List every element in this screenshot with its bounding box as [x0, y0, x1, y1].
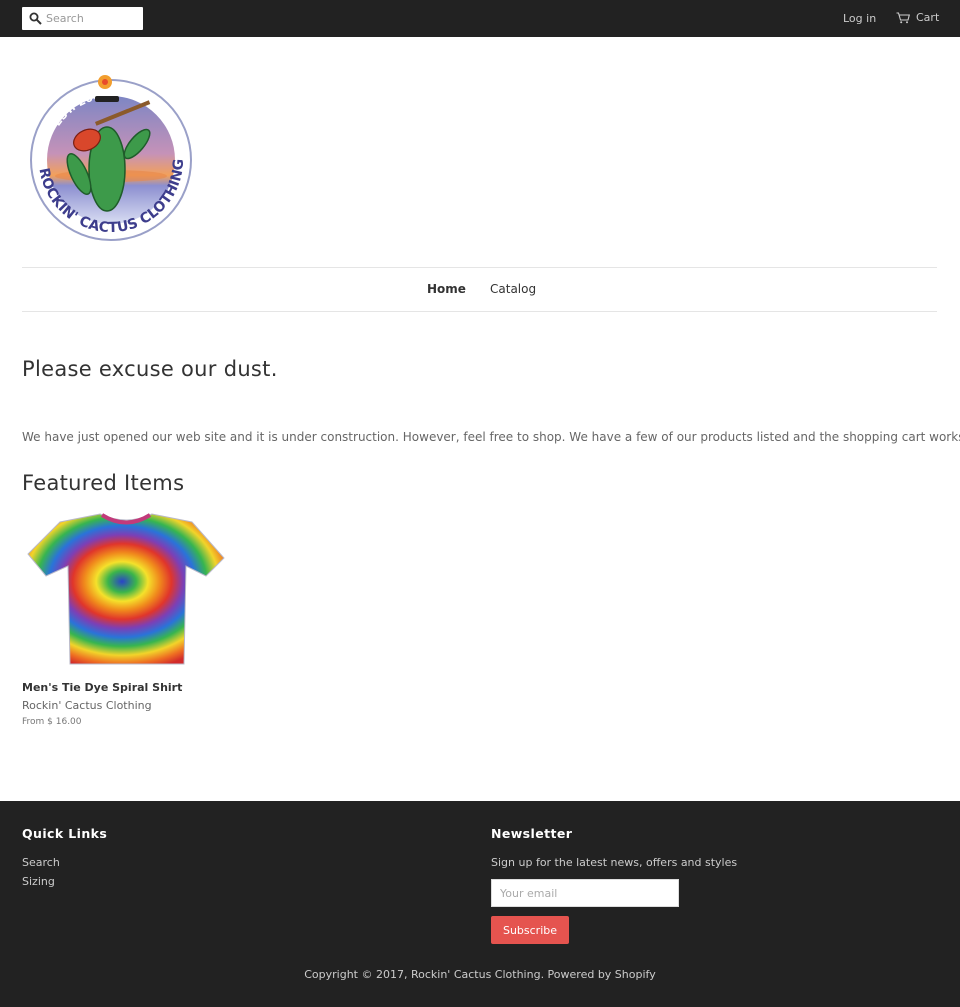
search-icon[interactable] — [29, 12, 42, 25]
cart-label: Cart — [916, 11, 940, 24]
nav-item-catalog[interactable]: Catalog — [490, 282, 536, 296]
subscribe-button[interactable]: Subscribe — [491, 916, 569, 944]
newsletter-email-input[interactable] — [491, 879, 679, 907]
cart-link[interactable]: Cart — [896, 11, 939, 24]
product-title[interactable]: Men's Tie Dye Spiral Shirt — [22, 681, 182, 694]
product-price: From $ 16.00 — [22, 717, 82, 727]
quick-links-title: Quick Links — [22, 826, 108, 841]
footer: Quick Links Search Sizing Newsletter Sig… — [0, 801, 960, 1007]
search-box[interactable] — [22, 7, 143, 30]
page-title: Please excuse our dust. — [22, 357, 278, 381]
footer-link-sizing[interactable]: Sizing — [22, 875, 55, 888]
footer-link-search[interactable]: Search — [22, 856, 60, 869]
copyright-text: Copyright © 2017, Rockin' Cactus Clothin… — [304, 968, 656, 981]
featured-items-title: Featured Items — [22, 471, 185, 495]
top-bar: Log in Cart — [0, 0, 960, 37]
newsletter-title: Newsletter — [491, 826, 573, 841]
search-input[interactable] — [46, 9, 138, 28]
main-nav: Home Catalog — [22, 267, 937, 312]
product-image[interactable] — [22, 510, 232, 670]
nav-item-home[interactable]: Home — [427, 282, 466, 296]
newsletter-text: Sign up for the latest news, offers and … — [491, 856, 738, 869]
intro-text: We have just opened our web site and it … — [22, 430, 960, 444]
login-link[interactable]: Log in — [843, 12, 876, 25]
product-vendor: Rockin' Cactus Clothing — [22, 699, 152, 712]
cart-icon — [896, 11, 910, 23]
brand-logo[interactable]: ROCKIN' CACTUS CLOTHING EST. 2008 — [27, 64, 195, 242]
